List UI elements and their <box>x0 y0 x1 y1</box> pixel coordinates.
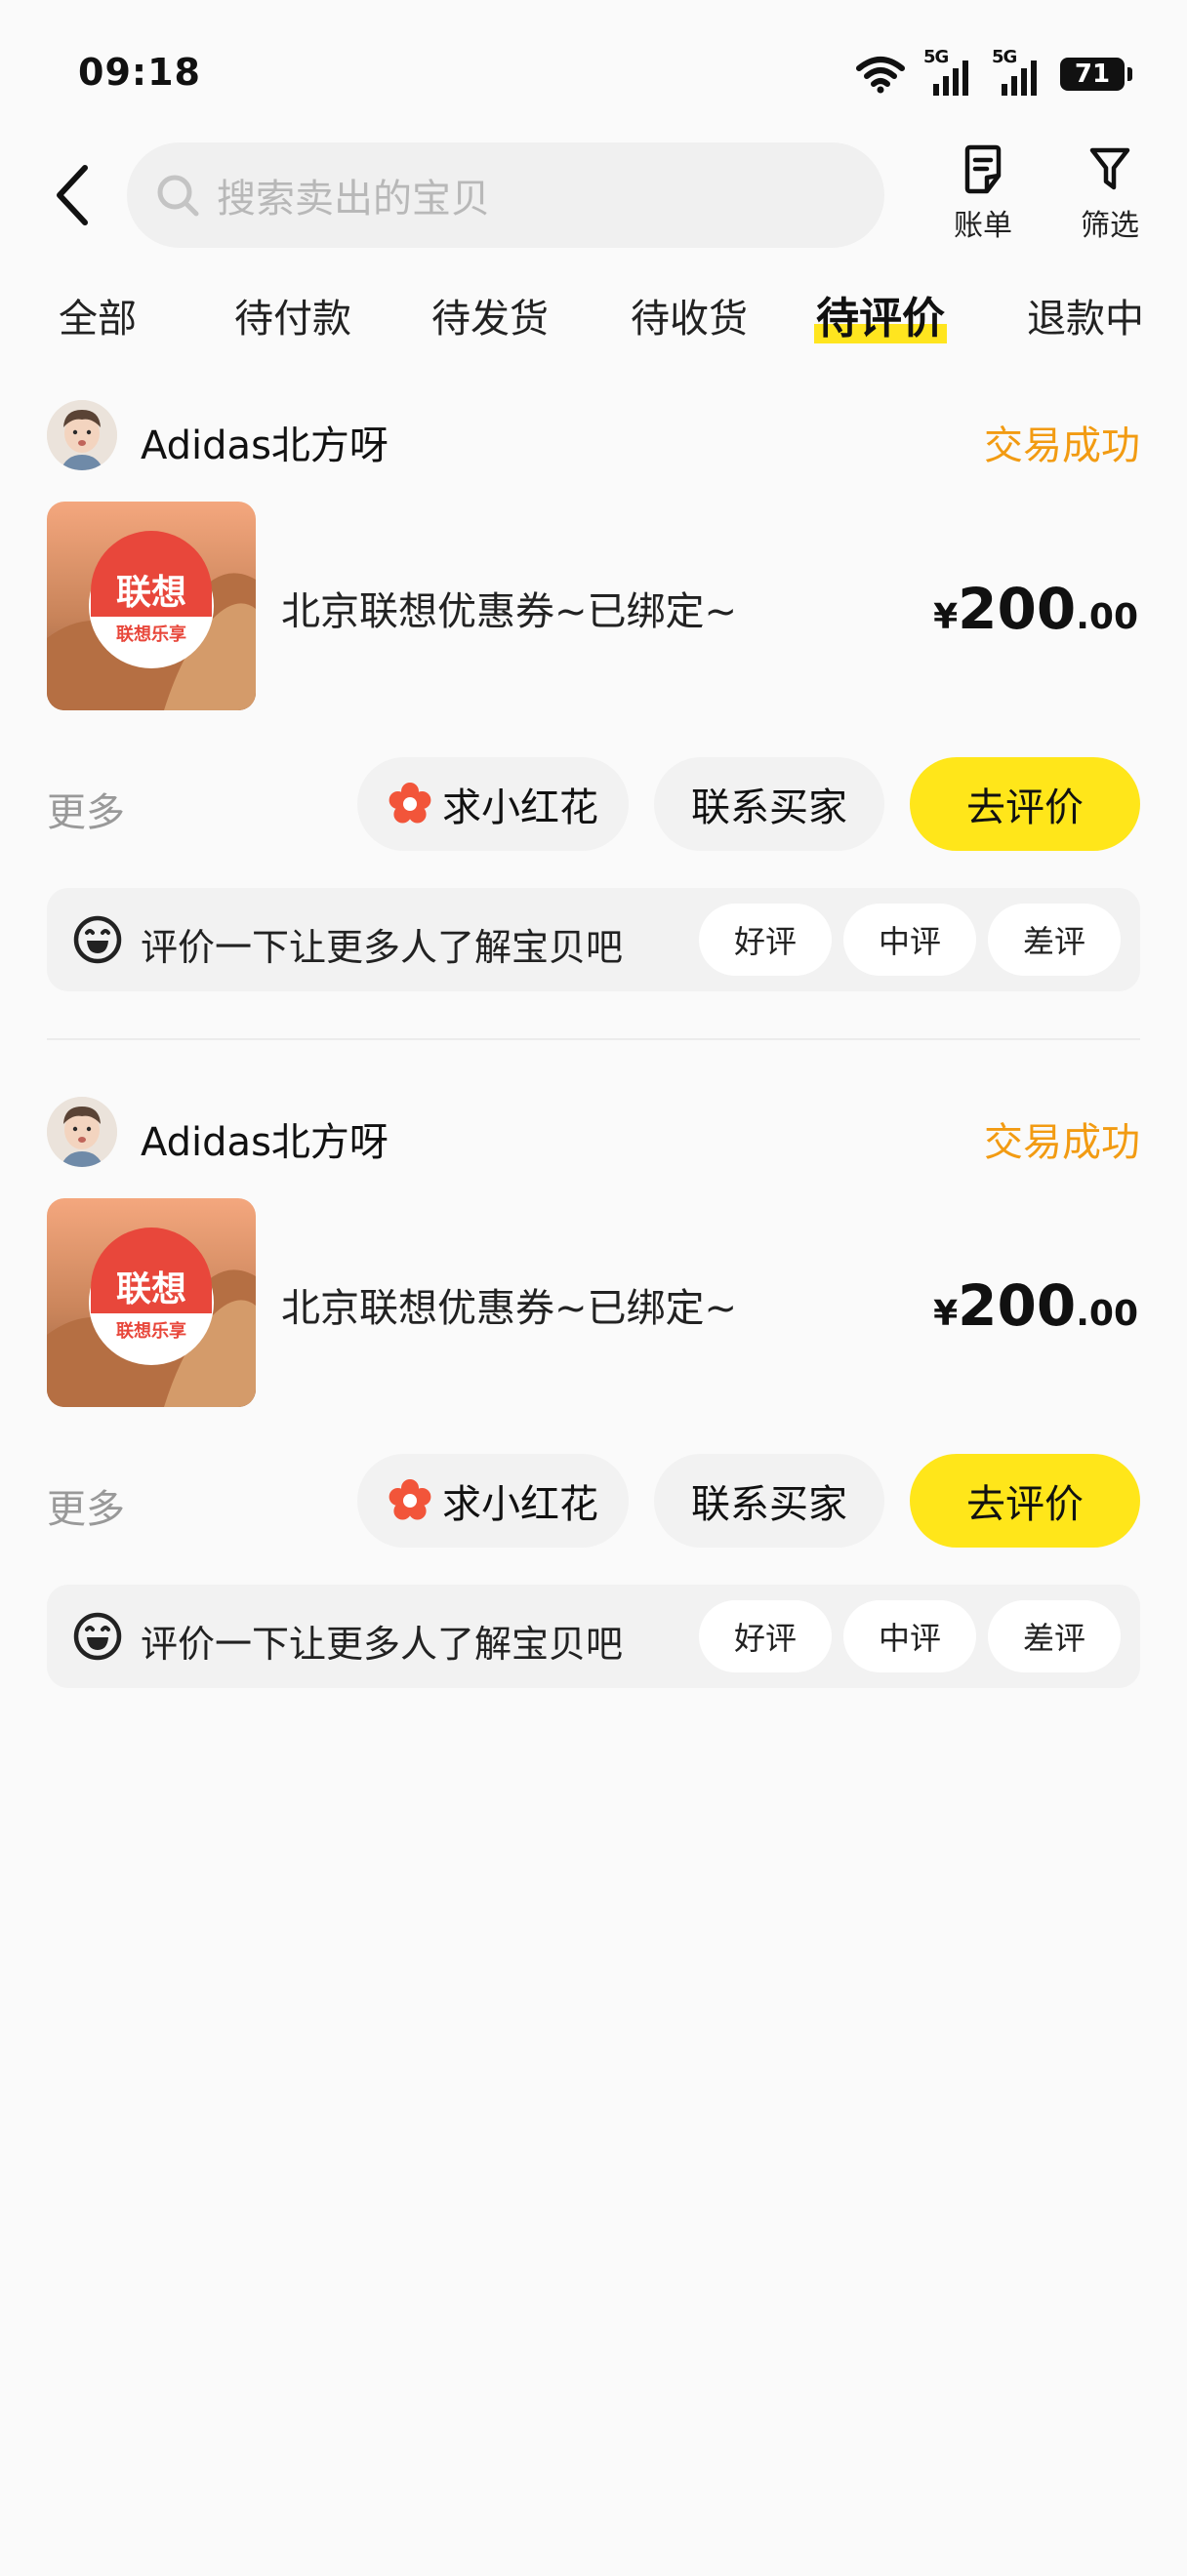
order-tabs: 全部 待付款 待发货 待收货 待评价 退款中 <box>0 273 1187 361</box>
status-icons: 5G 5G 71 <box>855 47 1132 96</box>
filter-label: 筛选 <box>1081 209 1139 243</box>
filter-icon <box>1089 147 1130 190</box>
product-title[interactable]: 北京联想优惠券~已绑定~ <box>281 580 737 636</box>
price-integer: 200 <box>958 1272 1077 1339</box>
review-bar: 评价一下让更多人了解宝贝吧 好评 中评 差评 <box>47 1585 1140 1688</box>
thumb-sub-text: 联想乐享 <box>116 1320 186 1341</box>
request-flower-label: 求小红花 <box>442 785 598 830</box>
tab-refunding[interactable]: 退款中 <box>1027 287 1144 343</box>
review-prompt: 评价一下让更多人了解宝贝吧 <box>141 1623 624 1666</box>
wifi-icon <box>856 57 905 94</box>
seller-name[interactable]: Adidas北方呀 <box>141 414 389 470</box>
product-thumbnail[interactable]: 联想 联想乐享 <box>47 1198 256 1407</box>
rating-bad-button[interactable]: 差评 <box>988 1600 1121 1672</box>
contact-buyer-button[interactable]: 联系买家 <box>654 1454 884 1548</box>
product-title[interactable]: 北京联想优惠券~已绑定~ <box>281 1276 737 1333</box>
battery-level: 71 <box>1074 60 1111 89</box>
tab-pending-receipt[interactable]: 待收货 <box>631 287 748 343</box>
flower-icon <box>389 1479 431 1520</box>
request-flower-label: 求小红花 <box>442 1482 598 1527</box>
flower-icon <box>389 783 431 824</box>
search-icon <box>157 175 199 217</box>
request-flower-button[interactable]: 求小红花 <box>357 1454 629 1548</box>
price-decimal: .00 <box>1076 1294 1138 1334</box>
status-time: 09:18 <box>78 51 201 94</box>
price-integer: 200 <box>958 576 1077 642</box>
thumb-main-text: 联想 <box>116 572 186 612</box>
price-symbol: ¥ <box>933 1294 959 1334</box>
tab-all[interactable]: 全部 <box>59 287 137 343</box>
bill-icon <box>964 144 1002 194</box>
tab-pending-review-label: 待评价 <box>816 294 945 343</box>
signal-icon: 5G <box>923 47 974 96</box>
more-link[interactable]: 更多 <box>47 1477 125 1534</box>
go-review-button[interactable]: 去评价 <box>910 1454 1140 1548</box>
product-price: ¥ 200 .00 <box>933 1272 1138 1339</box>
avatar[interactable] <box>47 1097 117 1167</box>
product-price: ¥ 200 .00 <box>933 576 1138 642</box>
product-thumbnail[interactable]: 联想 联想乐享 <box>47 502 256 710</box>
rating-bad-button[interactable]: 差评 <box>988 904 1121 976</box>
status-bar: 09:18 5G 5G 71 <box>0 0 1187 146</box>
tab-pending-shipment[interactable]: 待发货 <box>431 287 549 343</box>
go-review-button[interactable]: 去评价 <box>910 757 1140 851</box>
back-button[interactable] <box>47 164 100 226</box>
seller-name[interactable]: Adidas北方呀 <box>141 1110 389 1167</box>
back-arrow-icon <box>57 165 88 225</box>
tab-pending-review[interactable]: 待评价 <box>814 283 947 345</box>
review-prompt: 评价一下让更多人了解宝贝吧 <box>141 926 624 969</box>
thumb-main-text: 联想 <box>116 1268 186 1308</box>
more-link[interactable]: 更多 <box>47 781 125 837</box>
bill-label: 账单 <box>954 209 1012 243</box>
thumb-sub-text: 联想乐享 <box>116 624 186 644</box>
price-decimal: .00 <box>1076 597 1138 637</box>
order-status: 交易成功 <box>984 423 1140 468</box>
header: 搜索卖出的宝贝 账单 筛选 <box>0 137 1187 260</box>
order-divider <box>47 1038 1140 1040</box>
search-input[interactable]: 搜索卖出的宝贝 <box>127 142 884 248</box>
avatar-image <box>47 400 117 470</box>
rating-neutral-button[interactable]: 中评 <box>843 904 976 976</box>
product-image: 联想 联想乐享 <box>47 1198 256 1407</box>
signal-icon: 5G <box>992 47 1043 96</box>
smile-icon <box>72 914 123 965</box>
order-status: 交易成功 <box>984 1120 1140 1165</box>
avatar[interactable] <box>47 400 117 470</box>
request-flower-button[interactable]: 求小红花 <box>357 757 629 851</box>
seller-row: Adidas北方呀 交易成功 <box>47 396 1140 470</box>
filter-button[interactable]: 筛选 <box>1066 144 1154 252</box>
rating-good-button[interactable]: 好评 <box>699 904 832 976</box>
smile-icon <box>72 1611 123 1662</box>
tab-pending-payment[interactable]: 待付款 <box>234 287 351 343</box>
seller-row: Adidas北方呀 交易成功 <box>47 1093 1140 1167</box>
search-placeholder: 搜索卖出的宝贝 <box>217 177 490 221</box>
contact-buyer-button[interactable]: 联系买家 <box>654 757 884 851</box>
price-symbol: ¥ <box>933 597 959 637</box>
bill-button[interactable]: 账单 <box>939 144 1027 252</box>
rating-neutral-button[interactable]: 中评 <box>843 1600 976 1672</box>
avatar-image <box>47 1097 117 1167</box>
review-bar: 评价一下让更多人了解宝贝吧 好评 中评 差评 <box>47 888 1140 991</box>
product-image: 联想 联想乐享 <box>47 502 256 710</box>
battery-icon: 71 <box>1060 58 1132 91</box>
rating-good-button[interactable]: 好评 <box>699 1600 832 1672</box>
